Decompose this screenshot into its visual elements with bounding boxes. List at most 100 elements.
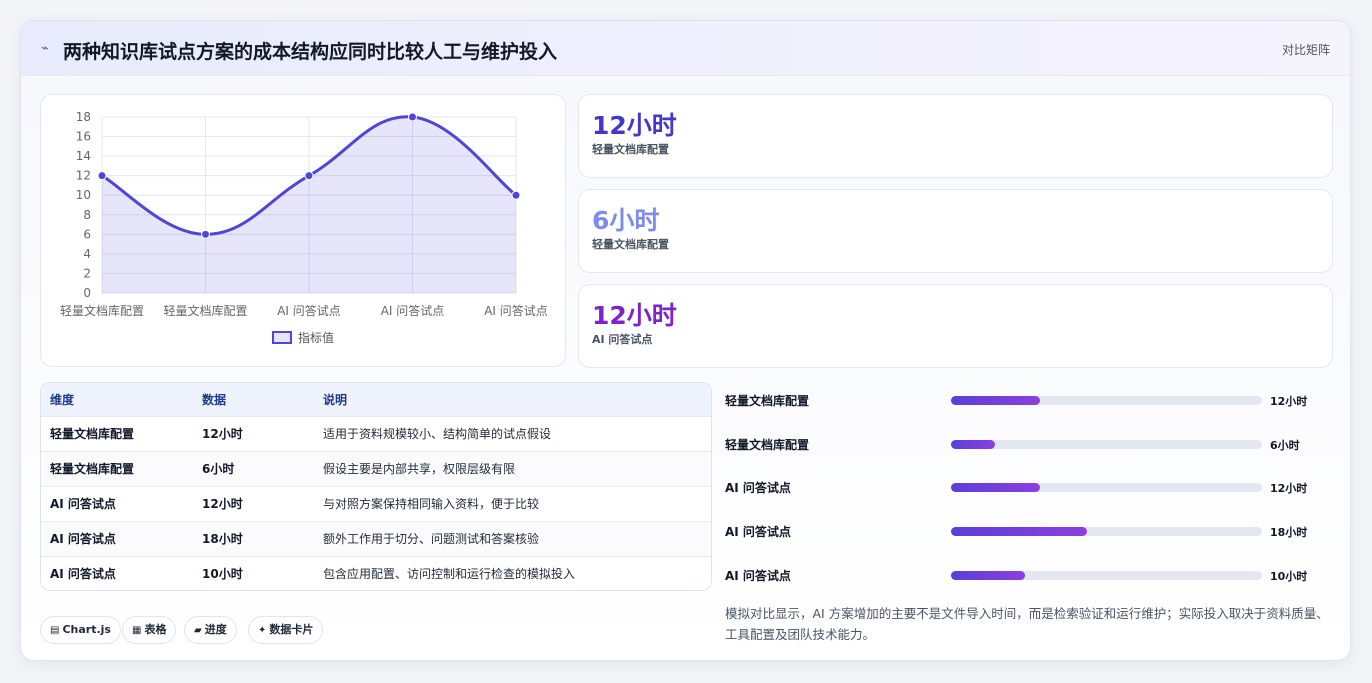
cell-data: 12小时 [202, 497, 243, 511]
progress-track [951, 571, 1262, 580]
x-tick-label: AI 问答试点 [484, 303, 548, 318]
x-tick-label: AI 问答试点 [381, 303, 445, 318]
cell-data: 12小时 [202, 427, 243, 441]
summary-note: 模拟对比显示，AI 方案增加的主要不是文件导入时间，而是检索验证和运行维护；实际… [725, 606, 1329, 642]
progress-track [951, 440, 1262, 449]
progress-value: 6小时 [1270, 439, 1300, 452]
chart-icon: ▤ [50, 625, 60, 636]
cell-dimension: AI 问答试点 [50, 567, 116, 582]
stat-value: 6小时 [592, 206, 660, 235]
data-table: 维度 数据 说明 轻量文档库配置 12小时 适用于资料规模较小、结构简单的试点假… [40, 382, 712, 591]
y-tick-label: 14 [76, 149, 91, 163]
table-row: 轻量文档库配置 6小时 假设主要是内部共享，权限层级有限 [41, 451, 711, 486]
cell-dimension: 轻量文档库配置 [50, 462, 135, 476]
cell-dimension: AI 问答试点 [50, 532, 116, 546]
progress-label: AI 问答试点 [725, 525, 791, 539]
progress-label: 轻量文档库配置 [725, 438, 810, 452]
data-point [97, 171, 107, 181]
card-header: ⌁ 两种知识库试点方案的成本结构应同时比较人工与维护投入 对比矩阵 [21, 21, 1350, 76]
progress-row: AI 问答试点 10小时 [725, 565, 1335, 585]
y-tick-label: 16 [76, 130, 91, 144]
table-row: AI 问答试点 10小时 包含应用配置、访问控制和运行检查的模拟投入 [41, 556, 711, 590]
data-point [408, 112, 417, 122]
progress-value: 12小时 [1270, 482, 1308, 495]
stat-value: 12小时 [592, 301, 677, 330]
progress-label: AI 问答试点 [725, 481, 791, 495]
y-tick-label: 8 [83, 208, 91, 222]
legend-swatch [272, 331, 292, 344]
cell-description: 额外工作用于切分、问题测试和答案核验 [323, 532, 540, 546]
y-tick-label: 0 [83, 286, 91, 300]
cell-data: 6小时 [202, 462, 235, 476]
cell-description: 假设主要是内部共享，权限层级有限 [323, 462, 516, 476]
y-tick-label: 6 [83, 227, 91, 241]
column-header: 说明 [323, 392, 348, 407]
y-tick-label: 4 [83, 247, 91, 261]
chip-progress[interactable]: ▰ 进度 [184, 616, 237, 644]
y-tick-label: 10 [76, 188, 91, 202]
stat-label: 轻量文档库配置 [592, 143, 669, 156]
cell-data: 18小时 [202, 532, 243, 546]
table-row: AI 问答试点 12小时 与对照方案保持相同输入资料，便于比较 [41, 486, 711, 521]
progress-value: 10小时 [1270, 570, 1308, 583]
data-point [304, 171, 314, 181]
progress-value: 18小时 [1270, 526, 1308, 539]
chip-label: 数据卡片 [269, 623, 314, 636]
progress-fill [951, 571, 1026, 580]
data-point [511, 190, 521, 200]
cell-dimension: 轻量文档库配置 [50, 427, 135, 441]
progress-fill [951, 440, 996, 449]
table-header-row: 维度 数据 说明 [41, 383, 711, 416]
stat-card-2: 6小时 轻量文档库配置 [578, 189, 1333, 273]
cell-description: 与对照方案保持相同输入资料，便于比较 [323, 497, 540, 511]
stat-card-3: 12小时 AI 问答试点 [578, 284, 1333, 368]
progress-fill [951, 396, 1040, 405]
progress-row: AI 问答试点 18小时 [725, 521, 1335, 541]
y-tick-label: 18 [76, 110, 91, 124]
y-tick-label: 12 [76, 169, 91, 183]
stat-value: 12小时 [592, 111, 677, 140]
chip-data-card[interactable]: ✦ 数据卡片 [248, 616, 324, 644]
progress-list: 轻量文档库配置 12小时 轻量文档库配置 6小时 AI 问答试点 12小时 AI… [725, 382, 1335, 602]
trend-icon: ⌁ [41, 41, 49, 56]
main-card: ⌁ 两种知识库试点方案的成本结构应同时比较人工与维护投入 对比矩阵 0 2 4 6 8 1… [20, 20, 1351, 661]
header-tag: 对比矩阵 [1281, 43, 1330, 57]
column-header: 维度 [50, 392, 75, 407]
chip-chartjs[interactable]: ▤ Chart.js [40, 616, 121, 644]
chip-table[interactable]: ▦ 表格 [122, 616, 177, 644]
line-chart: 0 2 4 6 8 10 12 14 16 18 轻量文档库配置 轻量文档库配置 AI 问答试点 AI 问… [60, 110, 548, 345]
x-tick-label: 轻量文档库配置 [60, 303, 144, 318]
progress-fill [951, 527, 1087, 536]
table-row: AI 问答试点 18小时 额外工作用于切分、问题测试和答案核验 [41, 521, 711, 556]
progress-label: 轻量文档库配置 [725, 394, 810, 408]
cell-dimension: AI 问答试点 [50, 497, 116, 511]
line-chart-panel: 0 2 4 6 8 10 12 14 16 18 轻量文档库配置 轻量文档库配置 AI 问答试点 AI 问… [40, 94, 566, 367]
chip-label: Chart.js [62, 623, 111, 636]
chip-label: 进度 [204, 623, 227, 636]
table-icon: ▦ [132, 625, 142, 636]
progress-icon: ▰ [194, 625, 202, 636]
stat-label: AI 问答试点 [592, 333, 653, 346]
progress-label: AI 问答试点 [725, 569, 791, 583]
legend-label: 指标值 [298, 330, 334, 345]
progress-row: 轻量文档库配置 12小时 [725, 390, 1335, 410]
cell-description: 包含应用配置、访问控制和运行检查的模拟投入 [323, 567, 576, 582]
progress-row: 轻量文档库配置 6小时 [725, 434, 1335, 454]
cell-data: 10小时 [202, 567, 243, 582]
stat-card-1: 12小时 轻量文档库配置 [578, 94, 1333, 178]
chip-label: 表格 [144, 623, 167, 636]
page-title: 两种知识库试点方案的成本结构应同时比较人工与维护投入 [63, 41, 558, 63]
stat-label: 轻量文档库配置 [592, 238, 669, 251]
x-tick-label: AI 问答试点 [277, 303, 341, 318]
data-point [201, 229, 210, 239]
progress-track [951, 527, 1262, 536]
progress-row: AI 问答试点 12小时 [725, 477, 1335, 497]
sparkle-icon: ✦ [258, 625, 267, 636]
x-tick-label: 轻量文档库配置 [163, 303, 247, 318]
cell-description: 适用于资料规模较小、结构简单的试点假设 [323, 427, 552, 441]
progress-track [951, 483, 1262, 492]
progress-value: 12小时 [1270, 395, 1308, 408]
progress-fill [951, 483, 1040, 492]
progress-track [951, 396, 1262, 405]
column-header: 数据 [202, 392, 227, 407]
